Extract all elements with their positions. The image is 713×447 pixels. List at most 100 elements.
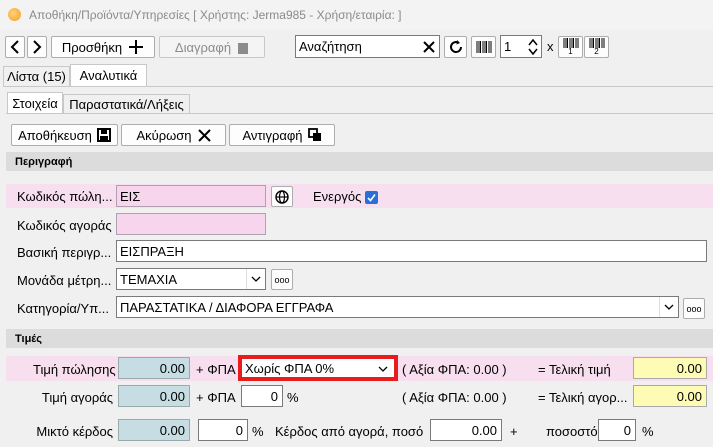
unit-label: Μονάδα μέτρη... bbox=[17, 273, 112, 288]
sale-price-input[interactable]: 0.00 bbox=[118, 357, 190, 379]
vat-value-label: ( Αξία ΦΠΑ: 0.00 ) bbox=[402, 362, 507, 377]
refresh-button[interactable] bbox=[444, 36, 467, 58]
barcode-print-1-button[interactable]: 1 bbox=[558, 36, 583, 58]
times-label: x bbox=[547, 39, 554, 54]
sale-price-label: Τιμή πώλησης bbox=[33, 362, 116, 377]
chevron-down-icon bbox=[664, 304, 674, 310]
active-label: Ενεργός bbox=[313, 189, 362, 204]
percent-label-3: % bbox=[642, 424, 654, 439]
purchase-vat-input[interactable]: 0 bbox=[241, 385, 283, 407]
plus-vat-label: + ΦΠΑ bbox=[196, 362, 236, 377]
gross-profit-pct-value: 0 bbox=[235, 422, 243, 438]
barcode-2-sub: 2 bbox=[594, 47, 599, 56]
tab-details-label: Αναλυτικά bbox=[79, 68, 138, 83]
delete-button[interactable]: Διαγραφή bbox=[159, 36, 265, 58]
refresh-icon bbox=[449, 40, 462, 53]
app-icon bbox=[8, 8, 21, 21]
profit-amount-input[interactable]: 0.00 bbox=[430, 419, 502, 441]
final-purchase-label: = Τελική αγορ... bbox=[538, 390, 628, 405]
profit-pct-value: 0 bbox=[623, 422, 631, 438]
profit-amount-value: 0.00 bbox=[471, 422, 497, 438]
gross-profit-input[interactable]: 0.00 bbox=[118, 419, 190, 441]
globe-icon bbox=[275, 189, 289, 204]
copy-icon bbox=[307, 128, 321, 141]
barcode-icon bbox=[476, 41, 491, 53]
section-description: Περιγραφή bbox=[6, 152, 713, 171]
percent-label: % bbox=[287, 390, 299, 405]
clear-icon[interactable] bbox=[423, 41, 435, 53]
category-more-button[interactable]: ooo bbox=[683, 298, 705, 319]
barcode-print-2-button[interactable]: 2 bbox=[584, 36, 609, 58]
main-desc-input[interactable]: ΕΙΣΠΡΑΞΗ bbox=[116, 240, 707, 262]
tab-divider bbox=[3, 86, 713, 87]
plus-vat-label-2: + ΦΠΑ bbox=[196, 390, 236, 405]
final-purchase-input[interactable]: 0.00 bbox=[633, 385, 707, 407]
profit-pct-input[interactable]: 0 bbox=[598, 419, 636, 441]
category-label: Κατηγορία/Υπ... bbox=[17, 301, 110, 316]
sale-code-input[interactable]: ΕΙΣ bbox=[116, 185, 266, 207]
sale-code-value: ΕΙΣ bbox=[120, 188, 141, 204]
tab-list-label: Λίστα (15) bbox=[7, 69, 66, 84]
unit-more-button[interactable]: ooo bbox=[271, 269, 293, 290]
unit-select[interactable]: ΤΕΜΑΧΙΑ bbox=[116, 268, 266, 290]
forward-button[interactable] bbox=[27, 36, 47, 58]
tab-documents[interactable]: Παραστατικά/Λήξεις bbox=[63, 94, 190, 113]
more-icon: ooo bbox=[274, 274, 290, 285]
barcode-1-sub: 1 bbox=[568, 47, 573, 56]
save-button-label: Αποθήκευση bbox=[18, 127, 92, 143]
section-prices: Τιμές bbox=[6, 329, 713, 348]
add-button-label: Προσθήκη bbox=[61, 39, 123, 55]
back-button[interactable] bbox=[5, 36, 25, 58]
tab-documents-label: Παραστατικά/Λήξεις bbox=[69, 96, 184, 112]
unit-value: ΤΕΜΑΧΙΑ bbox=[120, 271, 178, 287]
sale-price-value: 0.00 bbox=[159, 360, 185, 376]
chevron-down-icon[interactable] bbox=[378, 366, 388, 372]
stepper-arrows-icon[interactable] bbox=[528, 38, 538, 56]
floppy-disk-icon bbox=[96, 128, 111, 142]
category-dropdown[interactable] bbox=[659, 297, 678, 317]
plus-label: + bbox=[510, 424, 518, 439]
cancel-button[interactable]: Ακύρωση bbox=[121, 124, 226, 146]
quantity-stepper[interactable]: 1 bbox=[500, 35, 542, 58]
purchase-code-input[interactable] bbox=[116, 213, 266, 235]
tab-items[interactable]: Στοιχεία bbox=[7, 92, 63, 113]
main-desc-value: ΕΙΣΠΡΑΞΗ bbox=[120, 243, 184, 259]
purchase-price-input[interactable]: 0.00 bbox=[118, 385, 190, 407]
trash-icon bbox=[238, 42, 249, 54]
purchase-code-label: Κωδικός αγοράς bbox=[17, 218, 112, 233]
save-button[interactable]: Αποθήκευση bbox=[11, 124, 118, 146]
delete-button-label: Διαγραφή bbox=[174, 39, 232, 55]
category-select[interactable]: ΠΑΡΑΣΤΑΤΙΚΑ / ΔΙΑΦΟΡΑ ΕΓΓΡΑΦΑ bbox=[116, 296, 679, 318]
chevron-right-icon bbox=[33, 40, 42, 54]
main-desc-label: Βασική περιγρ... bbox=[17, 245, 112, 260]
gross-profit-pct-input[interactable]: 0 bbox=[198, 419, 248, 441]
purchase-vat-value: 0 bbox=[270, 388, 278, 404]
copy-button[interactable]: Αντιγραφή bbox=[229, 124, 335, 146]
chevron-down-icon bbox=[251, 276, 261, 282]
quantity-value: 1 bbox=[504, 39, 512, 54]
add-button[interactable]: Προσθήκη bbox=[51, 36, 155, 58]
barcode-button[interactable] bbox=[471, 36, 496, 58]
subtab-divider bbox=[6, 113, 713, 114]
tab-items-label: Στοιχεία bbox=[12, 95, 58, 111]
percent-label-2: % bbox=[252, 424, 264, 439]
final-price-input[interactable]: 0.00 bbox=[633, 357, 707, 379]
close-icon bbox=[197, 128, 211, 142]
tab-details[interactable]: Αναλυτικά bbox=[70, 64, 147, 86]
sale-code-label: Κωδικός πώλη... bbox=[17, 189, 113, 204]
purchase-price-label: Τιμή αγοράς bbox=[41, 390, 113, 405]
more-icon: ooo bbox=[686, 303, 702, 314]
cancel-button-label: Ακύρωση bbox=[136, 127, 192, 143]
search-input[interactable]: Αναζήτηση bbox=[295, 35, 440, 58]
pct-label: ποσοστό bbox=[546, 424, 598, 439]
unit-dropdown[interactable] bbox=[246, 269, 265, 289]
tab-list[interactable]: Λίστα (15) bbox=[3, 66, 70, 86]
active-checkbox[interactable] bbox=[365, 191, 378, 204]
section-description-title: Περιγραφή bbox=[15, 155, 73, 168]
chevron-left-icon bbox=[10, 40, 19, 54]
final-price-value: 0.00 bbox=[676, 360, 702, 376]
globe-button[interactable] bbox=[271, 186, 293, 207]
purchase-price-value: 0.00 bbox=[159, 388, 185, 404]
vat-select[interactable]: Χωρίς ΦΠΑ 0% bbox=[238, 355, 398, 381]
plus-icon bbox=[129, 40, 144, 54]
